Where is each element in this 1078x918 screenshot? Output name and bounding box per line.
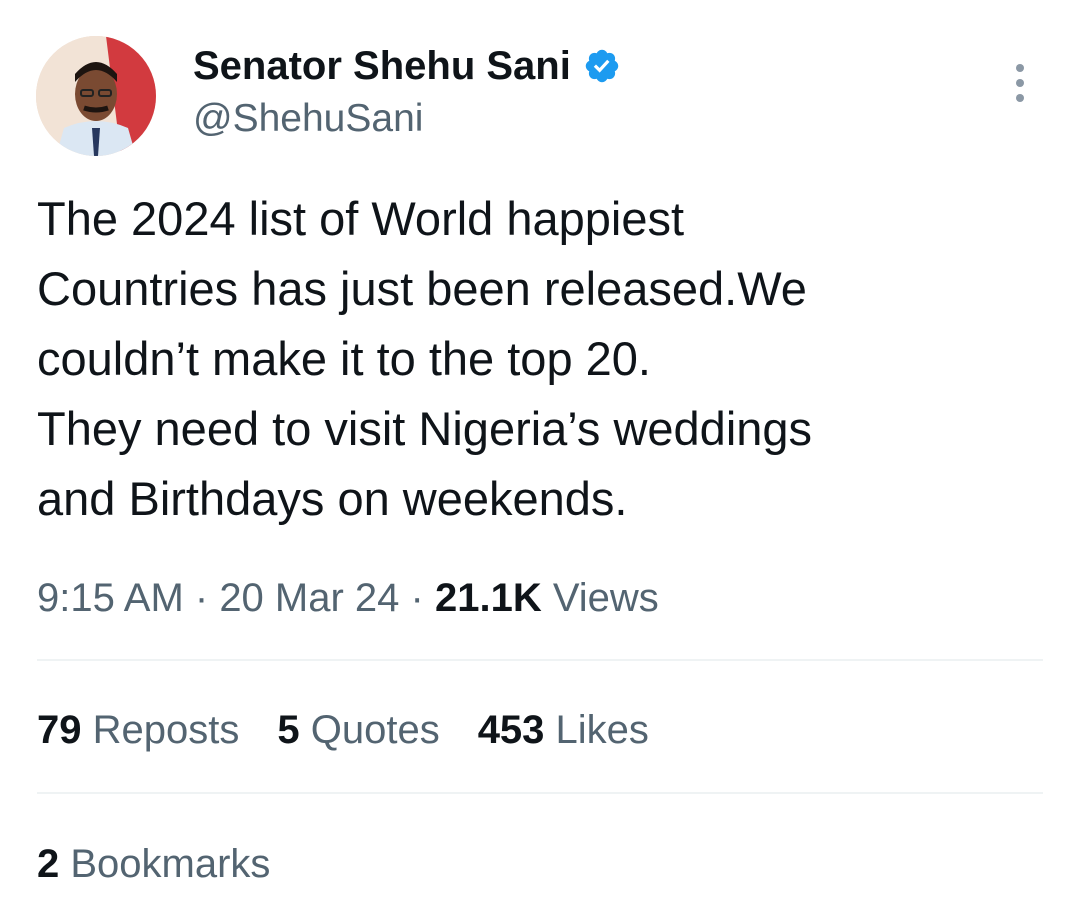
meta-separator: · — [183, 576, 220, 620]
more-dot — [1016, 64, 1024, 72]
tweet-time[interactable]: 9:15 AM — [37, 576, 184, 620]
quotes-stat[interactable]: 5 Quotes — [277, 702, 439, 758]
bookmarks-label: Bookmarks — [59, 842, 271, 886]
reposts-stat[interactable]: 79 Reposts — [37, 702, 239, 758]
tweet-text-line: couldn’t make it to the top 20. — [37, 332, 651, 385]
meta-separator: · — [399, 576, 435, 620]
verified-badge-icon[interactable] — [583, 47, 621, 85]
views-count[interactable]: 21.1K — [435, 576, 542, 620]
tweet-text: The 2024 list of World happiest Countrie… — [37, 184, 1047, 534]
likes-label: Likes — [544, 708, 649, 752]
engagement-stats: 79 Reposts 5 Quotes 453 Likes — [37, 702, 687, 758]
tweet-date[interactable]: 20 Mar 24 — [219, 576, 399, 620]
author-name-text[interactable]: Senator Shehu Sani — [193, 42, 571, 90]
reposts-label: Reposts — [81, 708, 240, 752]
reposts-count: 79 — [37, 708, 82, 752]
more-dot — [1016, 94, 1024, 102]
bookmarks-count: 2 — [37, 842, 60, 886]
author-handle[interactable]: @ShehuSani — [193, 96, 423, 142]
tweet-text-line: Countries has just been released.We — [37, 262, 807, 315]
avatar[interactable] — [36, 36, 156, 156]
tweet-meta: 9:15 AM · 20 Mar 24 · 21.1K Views — [37, 570, 659, 626]
bookmarks-stat[interactable]: 2 Bookmarks — [37, 836, 270, 892]
likes-stat[interactable]: 453 Likes — [478, 702, 649, 758]
quotes-label: Quotes — [299, 708, 440, 752]
more-options-icon[interactable] — [1004, 60, 1036, 106]
tweet-detail: Senator Shehu Sani @ShehuSani The 2024 l… — [0, 0, 1078, 918]
quotes-count: 5 — [277, 708, 300, 752]
divider — [37, 792, 1043, 794]
tweet-text-line: and Birthdays on weekends. — [37, 472, 628, 525]
views-label[interactable]: Views — [542, 576, 659, 620]
more-dot — [1016, 79, 1024, 87]
tweet-text-line: The 2024 list of World happiest — [37, 192, 685, 245]
tweet-text-line: They need to visit Nigeria’s weddings — [37, 402, 813, 455]
divider — [37, 659, 1043, 661]
author-name[interactable]: Senator Shehu Sani — [193, 42, 621, 90]
likes-count: 453 — [477, 708, 545, 752]
